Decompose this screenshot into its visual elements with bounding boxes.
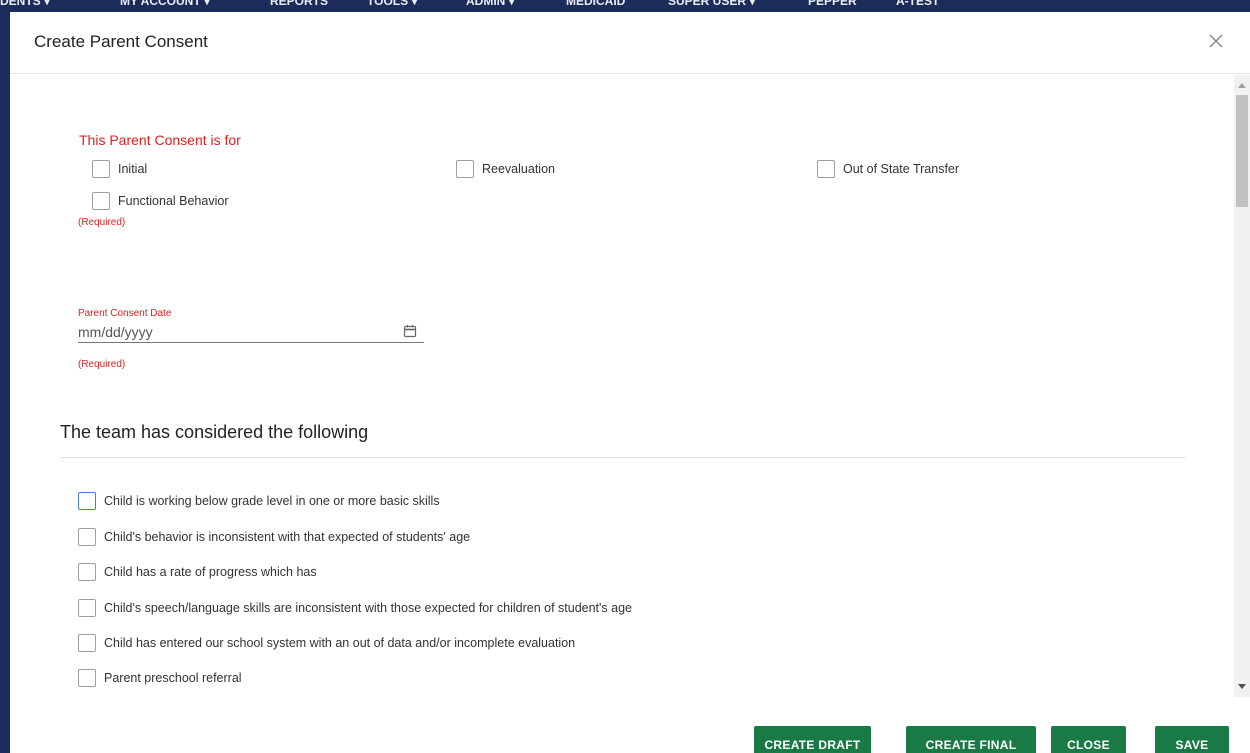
- checkbox-below-grade-level[interactable]: [78, 492, 96, 510]
- checkbox-rate-of-progress[interactable]: [78, 563, 96, 581]
- scrollbar-thumb[interactable]: [1236, 95, 1248, 207]
- nav-item-admin[interactable]: ADMIN ▾: [466, 0, 515, 8]
- checkbox-speech-language[interactable]: [78, 599, 96, 617]
- modal-footer: CREATE DRAFT CREATE FINAL CLOSE SAVE: [10, 697, 1250, 753]
- checkbox-incomplete-evaluation[interactable]: [78, 634, 96, 652]
- nav-item-my-account[interactable]: MY ACCOUNT ▾: [120, 0, 210, 8]
- nav-item-pepper[interactable]: PEPPER: [808, 0, 857, 8]
- checkbox-parent-preschool-referral[interactable]: [78, 669, 96, 687]
- consent-for-required: (Required): [78, 217, 126, 228]
- create-parent-consent-modal: Create Parent Consent This Parent Consen…: [10, 12, 1250, 753]
- consent-date-label: Parent Consent Date: [78, 308, 172, 319]
- nav-item-medicaid[interactable]: MEDICAID: [566, 0, 625, 8]
- checkbox-out-of-state-transfer-label: Out of State Transfer: [843, 162, 960, 176]
- checkbox-initial[interactable]: [92, 160, 110, 178]
- close-icon[interactable]: [1205, 30, 1227, 52]
- checkbox-incomplete-evaluation-label: Child has entered our school system with…: [104, 636, 576, 650]
- considered-heading: The team has considered the following: [60, 422, 369, 442]
- checkbox-parent-preschool-referral-label: Parent preschool referral: [104, 671, 242, 685]
- checkbox-below-grade-level-label: Child is working below grade level in on…: [104, 494, 440, 508]
- calendar-icon[interactable]: [403, 324, 417, 338]
- checkbox-reevaluation[interactable]: [456, 160, 474, 178]
- checkbox-functional-behavior-label: Functional Behavior: [118, 194, 229, 208]
- checkbox-out-of-state-transfer[interactable]: [817, 160, 835, 178]
- save-button[interactable]: SAVE: [1155, 726, 1229, 753]
- checkbox-behavior-inconsistent-label: Child's behavior is inconsistent with th…: [104, 530, 471, 544]
- nav-item-reports[interactable]: REPORTS: [270, 0, 328, 8]
- create-draft-button[interactable]: CREATE DRAFT: [754, 726, 871, 753]
- scroll-up-arrow-icon[interactable]: [1238, 83, 1246, 88]
- nav-item-a-test[interactable]: A-TEST: [896, 0, 939, 8]
- create-final-button[interactable]: CREATE FINAL: [906, 726, 1036, 753]
- close-button[interactable]: CLOSE: [1051, 726, 1126, 753]
- nav-item-students[interactable]: DENTS ▾: [0, 0, 50, 8]
- scroll-down-arrow-icon[interactable]: [1238, 684, 1246, 689]
- checkbox-rate-of-progress-label: Child has a rate of progress which has: [104, 565, 317, 579]
- nav-item-tools[interactable]: TOOLS ▾: [367, 0, 417, 8]
- vertical-scrollbar[interactable]: [1234, 75, 1250, 697]
- modal-title: Create Parent Consent: [34, 32, 208, 51]
- consent-date-input[interactable]: [78, 321, 424, 343]
- top-navbar: DENTS ▾ MY ACCOUNT ▾ REPORTS TOOLS ▾ ADM…: [0, 0, 1250, 12]
- checkbox-reevaluation-label: Reevaluation: [482, 162, 555, 176]
- checkbox-functional-behavior[interactable]: [92, 192, 110, 210]
- section-divider: [60, 457, 1186, 458]
- consent-for-heading: This Parent Consent is for: [79, 132, 241, 148]
- checkbox-speech-language-label: Child's speech/language skills are incon…: [104, 601, 632, 615]
- modal-body: This Parent Consent is for Initial Reeva…: [10, 75, 1234, 697]
- checkbox-initial-label: Initial: [118, 162, 148, 176]
- nav-item-super-user[interactable]: SUPER USER ▾: [668, 0, 755, 8]
- checkbox-behavior-inconsistent[interactable]: [78, 528, 96, 546]
- modal-header: Create Parent Consent: [10, 12, 1250, 74]
- consent-date-required: (Required): [78, 359, 126, 370]
